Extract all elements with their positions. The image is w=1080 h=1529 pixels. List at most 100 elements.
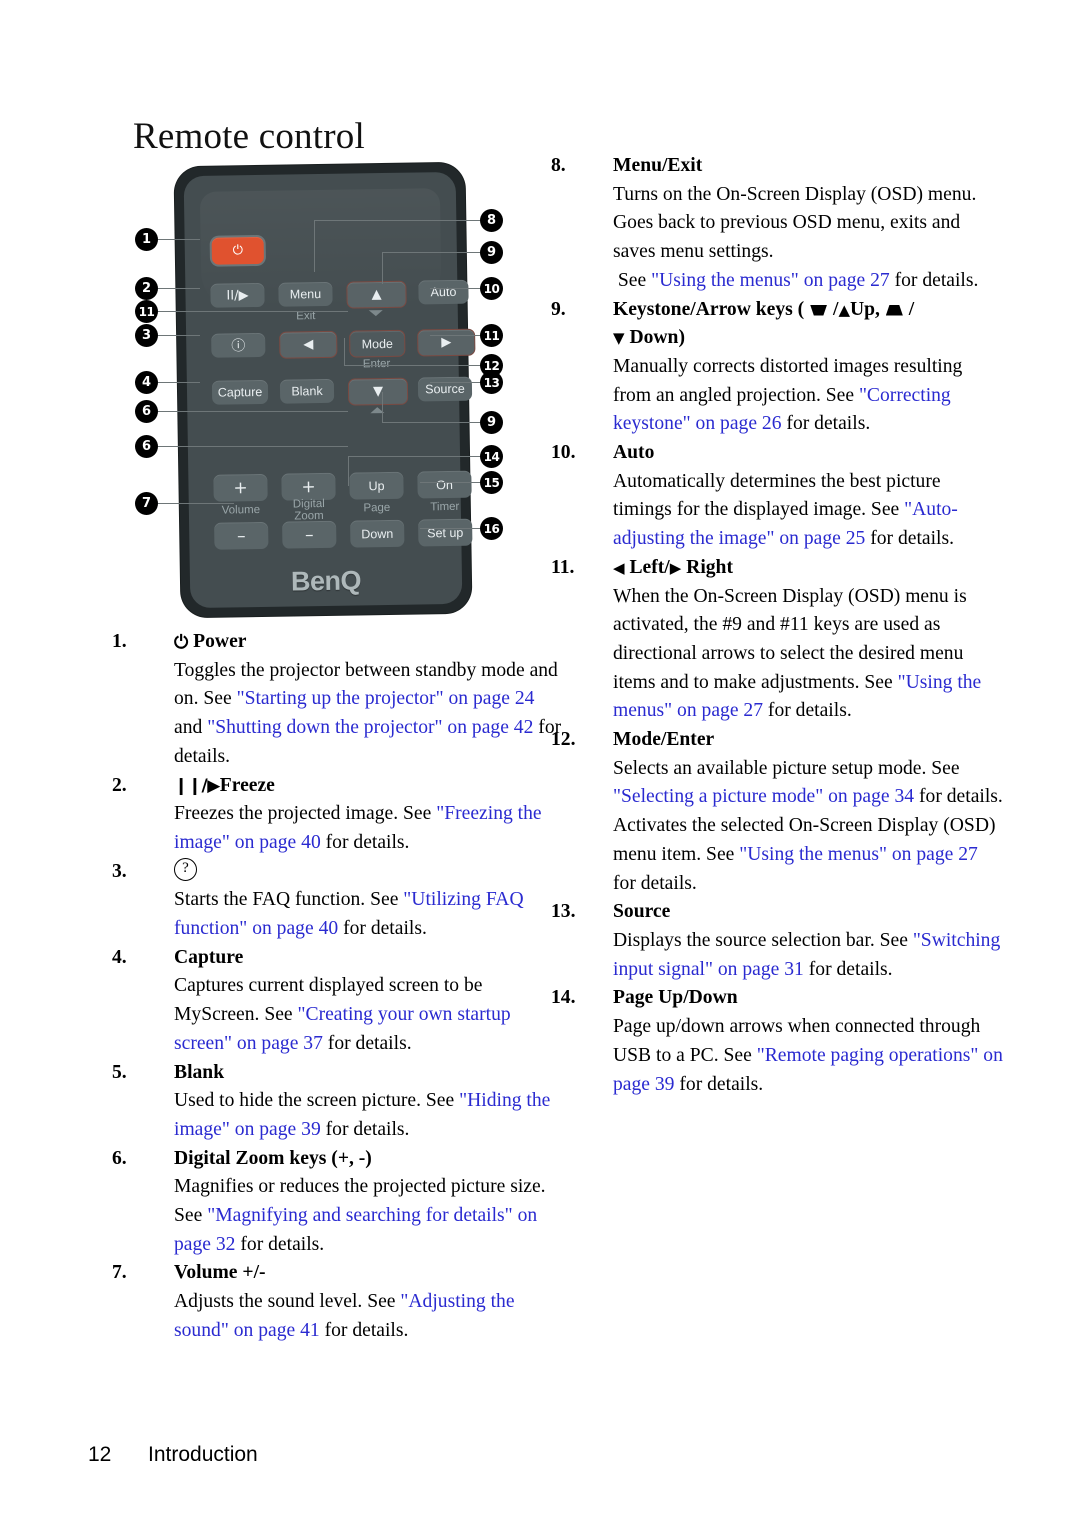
page-up-label: Up bbox=[368, 478, 385, 493]
page-up-button[interactable]: Up bbox=[349, 471, 404, 500]
entry-number: 4. bbox=[112, 946, 127, 968]
right-text-column: 8. Menu/Exit Turns on the On-Screen Displa… bbox=[551, 152, 1003, 1099]
entry-number: 6. bbox=[112, 1147, 127, 1169]
entry-description: Freezes the projected image. See "Freezi… bbox=[174, 800, 562, 857]
page-down-button[interactable]: Down bbox=[350, 519, 405, 548]
body-text: for details. bbox=[763, 700, 852, 722]
callout-7: 7 bbox=[135, 492, 158, 515]
timer-label: Timer bbox=[430, 500, 460, 514]
remote-key-entry: 12. Mode/Enter Selects an available pictur… bbox=[551, 726, 1003, 898]
leader-line bbox=[158, 335, 200, 336]
source-label: Source bbox=[425, 381, 465, 397]
menu-button[interactable]: Menu bbox=[278, 281, 333, 307]
callout-16: 16 bbox=[480, 517, 503, 540]
volume-up-button[interactable]: + bbox=[213, 473, 268, 502]
zoom-minus-label: – bbox=[304, 524, 314, 545]
entry-number: 5. bbox=[112, 1061, 127, 1083]
remote-key-entry: 13. Source Displays the source selection b… bbox=[551, 898, 1003, 984]
entry-description: Manually corrects distorted images resul… bbox=[613, 353, 1003, 439]
leader-line bbox=[158, 311, 348, 312]
entry-term: Page Up/Down bbox=[613, 987, 738, 1009]
callout-3: 3 bbox=[135, 324, 158, 347]
remote-key-entry: 11. ◀ Left/▶ Right When the On-Screen Disp… bbox=[551, 554, 1003, 726]
down-arrow-button[interactable]: ▼ bbox=[347, 377, 409, 406]
cross-reference-link[interactable]: "Shutting down the projector" on page 42 bbox=[207, 717, 533, 738]
digital-zoom-label-line2: Zoom bbox=[294, 510, 324, 523]
keystone-up-icon bbox=[885, 304, 903, 316]
page-down-label: Down bbox=[361, 526, 394, 541]
entry-description: Automatically determines the best pictur… bbox=[613, 468, 1003, 554]
entry-number: 10. bbox=[551, 442, 576, 464]
leader-line bbox=[382, 392, 383, 422]
benq-logo: BenQ bbox=[290, 565, 362, 597]
leader-line bbox=[348, 456, 349, 486]
cross-reference-link[interactable]: "Magnifying and searching for details" o… bbox=[174, 1205, 537, 1255]
menu-label: Menu bbox=[289, 287, 322, 302]
footer-page-number: 12 bbox=[88, 1443, 112, 1466]
freeze-label: II/▶ bbox=[226, 287, 249, 304]
up-arrow-button[interactable]: ▲ bbox=[346, 280, 407, 309]
callout-8: 8 bbox=[480, 209, 503, 232]
body-text: Displays the source selection bar. See bbox=[613, 929, 913, 951]
body-text: Selects an available picture setup mode.… bbox=[613, 757, 960, 779]
entry-number: 3. bbox=[112, 860, 127, 882]
blank-button[interactable]: Blank bbox=[279, 378, 335, 404]
faq-button[interactable]: ⓘ bbox=[211, 332, 266, 358]
volume-plus-label: + bbox=[233, 477, 248, 498]
timer-on-label: On bbox=[436, 477, 453, 492]
callout-10: 10 bbox=[480, 277, 503, 300]
right-triangle-icon: ▶ bbox=[669, 558, 682, 577]
leader-line bbox=[158, 411, 348, 412]
cross-reference-link[interactable]: "Starting up the projector" on page 24 bbox=[237, 688, 535, 709]
left-triangle-icon: ◀ bbox=[613, 558, 625, 577]
callout-11-right: 11 bbox=[480, 324, 503, 347]
digital-zoom-out-button[interactable]: – bbox=[282, 520, 337, 549]
callout-1: 1 bbox=[135, 228, 158, 251]
page-title: Remote control bbox=[133, 115, 365, 157]
entry-description: Selects an available picture setup mode.… bbox=[613, 755, 1003, 899]
cross-reference-link[interactable]: "Using the menus" on page 27 bbox=[651, 270, 890, 291]
entry-term: ❙❙/▶Freeze bbox=[174, 774, 275, 796]
leader-line bbox=[348, 456, 480, 457]
timer-on-button[interactable]: On bbox=[417, 470, 472, 499]
right-arrow-button[interactable]: ▶ bbox=[417, 328, 476, 357]
callout-14: 14 bbox=[480, 445, 503, 468]
entry-description: Used to hide the screen picture. See "Hi… bbox=[174, 1087, 562, 1144]
power-glyph-icon: ⏻ bbox=[174, 632, 189, 653]
leader-line bbox=[430, 335, 480, 336]
entry-term bbox=[174, 857, 562, 887]
digital-zoom-in-button[interactable]: + bbox=[281, 472, 336, 501]
auto-button[interactable]: Auto bbox=[418, 279, 469, 305]
entry-term: Mode/Enter bbox=[613, 729, 715, 751]
leader-line bbox=[158, 239, 200, 240]
entry-term: Blank bbox=[174, 1061, 225, 1083]
leader-line bbox=[430, 288, 480, 289]
left-arrow-button[interactable]: ◀ bbox=[279, 330, 338, 359]
leader-line bbox=[314, 220, 480, 221]
blank-label: Blank bbox=[291, 384, 323, 399]
volume-down-button[interactable]: – bbox=[214, 521, 269, 550]
entry-term: Source bbox=[613, 901, 671, 923]
remote-key-entry: 8. Menu/Exit Turns on the On-Screen Displa… bbox=[551, 152, 1003, 296]
leader-line bbox=[158, 382, 200, 383]
source-button[interactable]: Source bbox=[417, 376, 473, 402]
body-text: for details. bbox=[889, 269, 979, 291]
body-text: for details. bbox=[320, 831, 410, 853]
cross-reference-link[interactable]: "Using the menus" on page 27 bbox=[739, 844, 978, 865]
mode-button[interactable]: Mode bbox=[349, 329, 406, 358]
remote-key-entry: 9. Keystone/Arrow keys ( /▲Up, / ▼ Down) Ma… bbox=[551, 296, 1003, 440]
capture-button[interactable]: Capture bbox=[211, 379, 269, 405]
timer-setup-button[interactable]: Set up bbox=[418, 518, 473, 547]
body-text: and bbox=[174, 717, 208, 739]
remote-key-entry: 10. Auto Automatically determines the best… bbox=[551, 439, 1003, 554]
leader-line bbox=[314, 220, 315, 272]
entry-term: Capture bbox=[174, 946, 244, 968]
down-triangle-icon: ▼ bbox=[613, 329, 625, 348]
entry-term: ⏻ Power bbox=[174, 631, 247, 653]
cross-reference-link[interactable]: "Selecting a picture mode" on page 34 bbox=[613, 786, 914, 807]
body-text: for details. bbox=[235, 1233, 325, 1255]
freeze-button[interactable]: II/▶ bbox=[210, 282, 265, 308]
freeze-glyph-icon: ❙❙/▶ bbox=[174, 775, 220, 796]
power-button[interactable]: ⏻ bbox=[209, 234, 267, 267]
leader-line bbox=[158, 446, 348, 447]
